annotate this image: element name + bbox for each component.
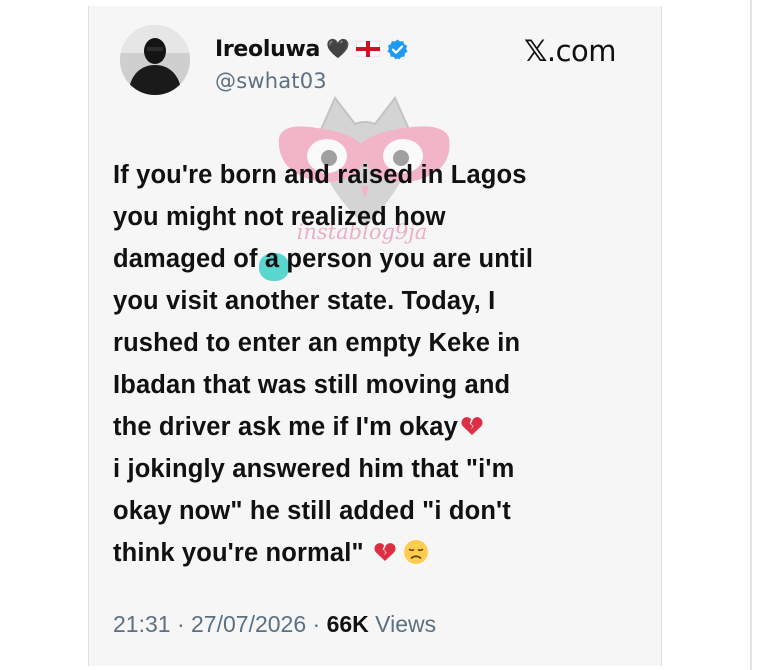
tweet-line: okay now" he still added "i don't: [113, 497, 511, 525]
tweet-line: i jokingly answered him that "i'm: [113, 455, 515, 483]
verified-badge-icon: [386, 38, 409, 61]
user-handle[interactable]: @swhat03: [215, 69, 327, 93]
black-heart-icon: 🖤: [326, 37, 350, 60]
tweet-line: If you're born and raised in Lagos: [113, 161, 527, 189]
display-name[interactable]: Ireoluwa: [215, 37, 320, 62]
england-flag-icon: [355, 40, 381, 58]
author-name-row: Ireoluwa 🖤: [215, 34, 409, 64]
tweet-line-with-emoji: think you're normal": [113, 532, 643, 574]
screenshot-stage: Ireoluwa 🖤 @swhat03 𝕏.com instablog9ja I…: [0, 0, 757, 670]
avatar-photo: [120, 25, 190, 95]
tweet-line: Ibadan that was still moving and: [113, 371, 511, 399]
meta-separator: ·: [306, 611, 327, 637]
x-logo: 𝕏.com: [524, 34, 617, 68]
broken-heart-icon: [460, 409, 484, 435]
disappointed-face-icon: [403, 536, 429, 564]
tweet-line: rushed to enter an empty Keke in: [113, 329, 521, 357]
avatar[interactable]: [120, 25, 190, 95]
tweet-line: the driver ask me if I'm okay: [113, 413, 458, 441]
tweet-text: If you're born and raised in Lagos you m…: [113, 154, 643, 574]
views-count[interactable]: 66K: [327, 611, 369, 637]
tweet-line: you might not realized how: [113, 203, 446, 231]
tweet-card: Ireoluwa 🖤 @swhat03 𝕏.com instablog9ja I…: [88, 6, 662, 666]
tweet-line: you visit another state. Today, I: [113, 287, 496, 315]
frame-edge: [750, 0, 752, 670]
meta-separator: ·: [170, 611, 192, 637]
tweet-line: damaged of a person you are until: [113, 245, 534, 273]
tweet-line-with-emoji: the driver ask me if I'm okay: [113, 406, 643, 448]
x-domain-suffix: .com: [546, 34, 617, 68]
tweet-date[interactable]: 27/07/2026: [191, 611, 306, 637]
tweet-time[interactable]: 21:31: [113, 611, 171, 637]
x-letter: 𝕏: [524, 34, 547, 68]
broken-heart-icon: [373, 535, 397, 561]
tweet-metadata: 21:31 · 27/07/2026 · 66K Views: [113, 611, 436, 638]
views-label: Views: [368, 611, 437, 637]
tweet-line: think you're normal": [113, 539, 364, 567]
